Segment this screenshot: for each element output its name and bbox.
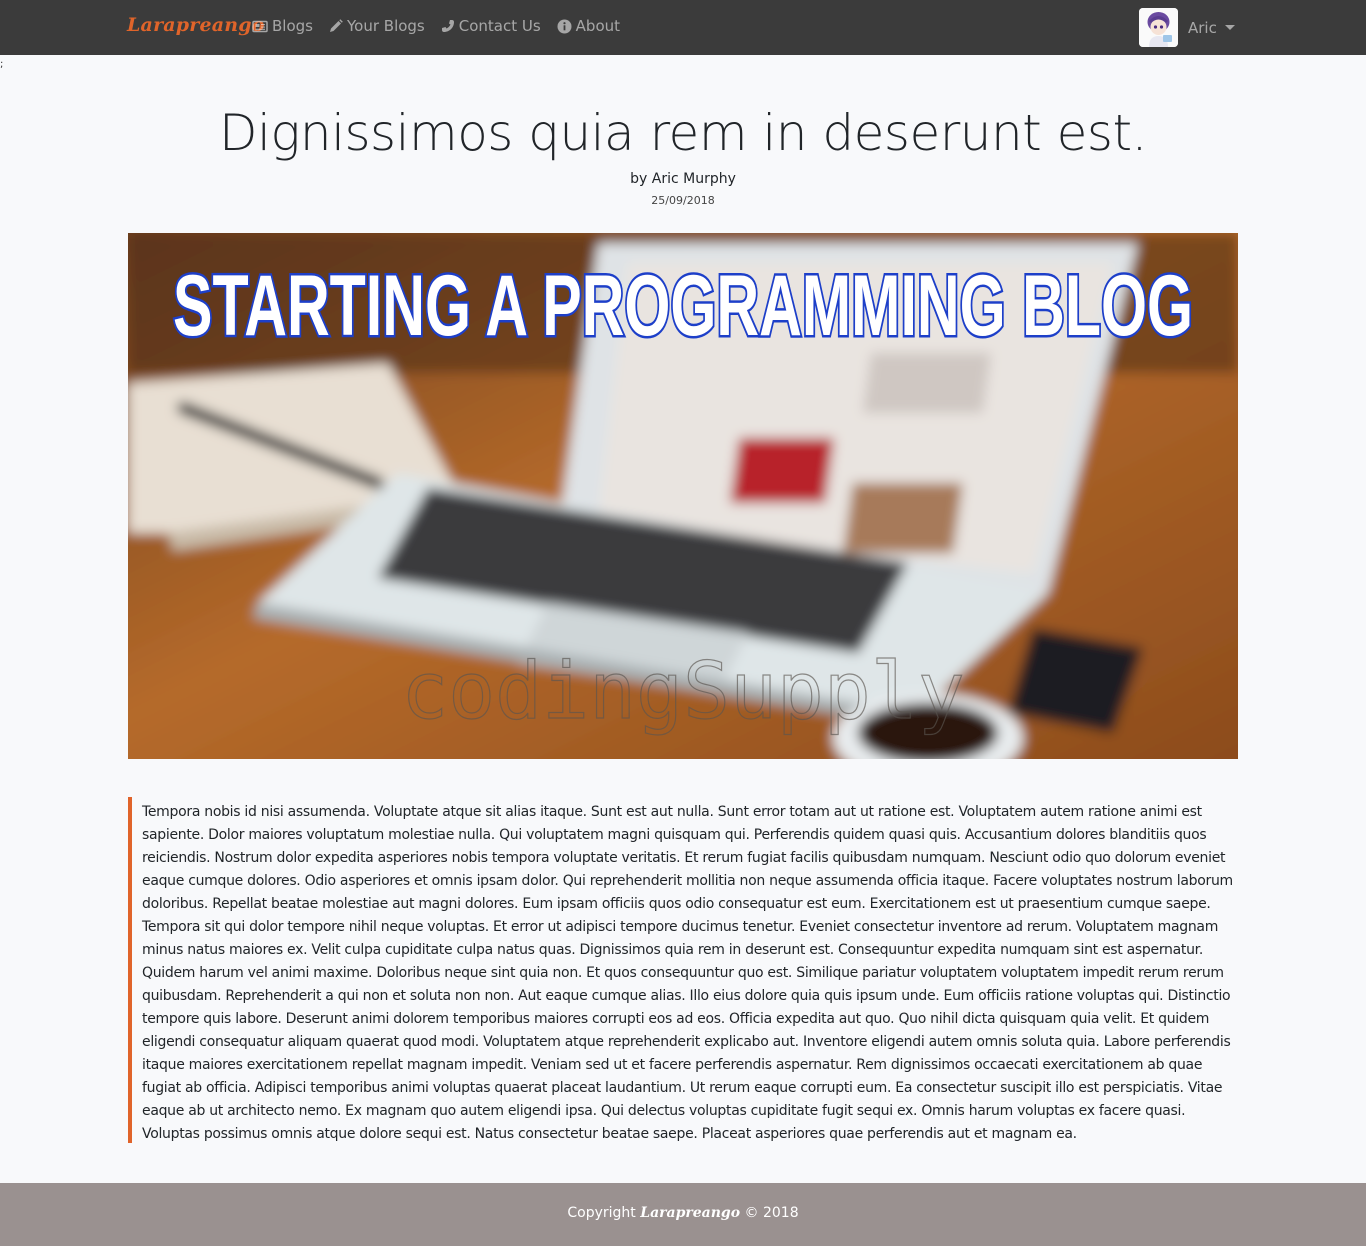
footer-copyright-prefix: Copyright [567, 1205, 636, 1221]
nav-links: Blogs Your Blogs Contact Us About [252, 17, 636, 35]
nav-link-about-label: About [575, 17, 621, 35]
footer-brand: Larapreango [640, 1205, 741, 1221]
nav-link-your-blogs[interactable]: Your Blogs [329, 17, 425, 35]
phone-icon [441, 20, 454, 32]
user-name: Aric [1188, 18, 1217, 37]
navbar: Larapreango Blogs Your Blogs Contact Us [0, 0, 1366, 55]
newspaper-icon [252, 20, 268, 32]
nav-link-blogs-label: Blogs [272, 17, 313, 35]
footer-copyright-year: © 2018 [744, 1205, 799, 1221]
image-watermark: codingSupply [401, 647, 965, 737]
nav-link-your-blogs-label: Your Blogs [346, 17, 425, 35]
post-body: Tempora nobis id nisi assumenda. Volupta… [128, 797, 1238, 1143]
post-title: Dignissimos quia rem in deserunt est. [219, 104, 1147, 162]
nav-link-contact-us-label: Contact Us [458, 17, 541, 35]
brand-logo-link[interactable]: Larapreango [127, 14, 265, 36]
post-date: 25/09/2018 [651, 194, 715, 207]
stray-text: ; [0, 59, 4, 70]
user-avatar [1139, 8, 1178, 47]
pencil-icon [329, 19, 343, 32]
user-menu-dropdown[interactable]: Aric [1139, 8, 1235, 47]
nav-link-blogs[interactable]: Blogs [252, 17, 313, 35]
chevron-down-icon [1224, 25, 1235, 30]
post-author: by Aric Murphy [630, 171, 736, 187]
post-cover-image: codingSupply STARTING A PROGRAMMING BLOG [128, 233, 1238, 759]
info-circle-icon [557, 19, 572, 33]
nav-link-contact-us[interactable]: Contact Us [441, 17, 541, 35]
nav-link-about[interactable]: About [557, 17, 620, 35]
footer: Copyright Larapreango © 2018 [0, 1183, 1366, 1246]
image-title: STARTING A PROGRAMMING BLOG [173, 258, 1193, 347]
